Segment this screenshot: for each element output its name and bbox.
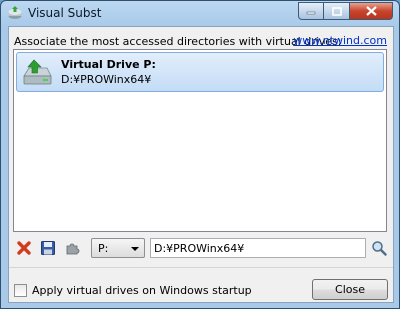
close-icon	[365, 6, 377, 16]
minimize-button[interactable]	[298, 2, 324, 20]
title-bar[interactable]: Visual Subst	[1, 1, 399, 25]
list-item[interactable]: Virtual Drive P: D:¥PROWinx64¥	[16, 52, 384, 92]
drive-letter-select[interactable]: P:	[91, 238, 145, 258]
chevron-down-icon	[131, 247, 139, 251]
drive-name: Virtual Drive P:	[61, 58, 156, 71]
close-window-button[interactable]	[350, 2, 393, 20]
app-drive-icon	[8, 6, 22, 19]
drive-list[interactable]: Virtual Drive P: D:¥PROWinx64¥	[13, 49, 387, 232]
website-link[interactable]: www.ntwind.com	[293, 34, 387, 47]
caption-buttons	[298, 2, 393, 20]
startup-label: Apply virtual drives on Windows startup	[32, 284, 252, 297]
separator	[9, 267, 393, 268]
drive-path: D:¥PROWinx64¥	[61, 73, 152, 86]
startup-checkbox[interactable]	[14, 284, 27, 297]
puzzle-icon[interactable]	[65, 240, 81, 256]
app-window: Visual Subst Associate the most accessed…	[0, 0, 400, 309]
minimize-icon	[306, 11, 316, 15]
close-button[interactable]: Close	[312, 279, 388, 300]
close-button-label: Close	[335, 283, 365, 296]
save-icon[interactable]	[40, 240, 56, 256]
path-input[interactable]: D:¥PROWinx64¥	[150, 238, 366, 258]
client-area: Associate the most accessed directories …	[8, 26, 394, 303]
delete-icon[interactable]	[16, 240, 32, 256]
browse-search-icon[interactable]	[371, 240, 387, 256]
window-title: Visual Subst	[28, 6, 102, 20]
maximize-icon	[331, 6, 342, 16]
drive-letter-value: P:	[98, 242, 109, 255]
startup-option[interactable]: Apply virtual drives on Windows startup	[14, 284, 252, 297]
maximize-button[interactable]	[324, 2, 350, 20]
virtual-drive-icon	[23, 59, 52, 85]
